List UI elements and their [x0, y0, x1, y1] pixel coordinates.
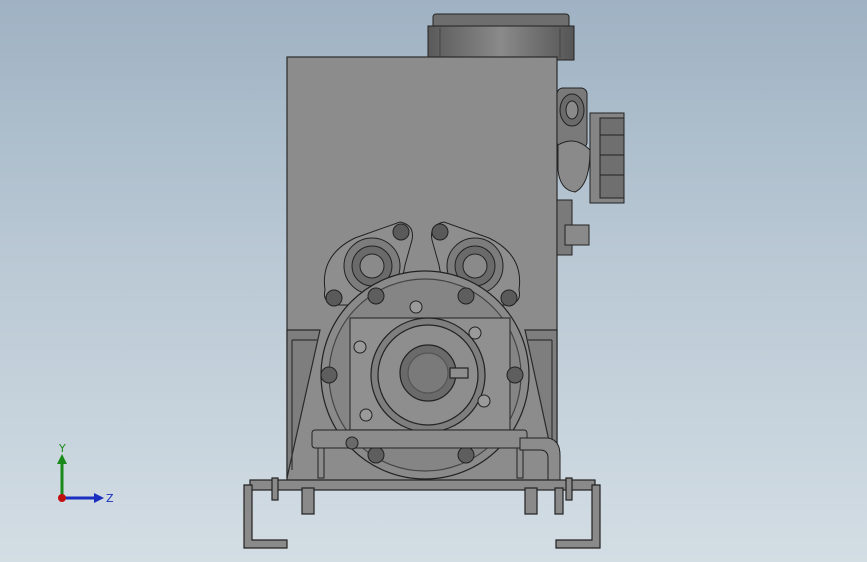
- side-gearbox: [556, 87, 625, 256]
- cad-viewport[interactable]: Y Z: [0, 0, 867, 562]
- z-axis-arrow: [94, 493, 104, 503]
- pump-assembly-model: [243, 13, 625, 549]
- y-axis-label: Y: [58, 442, 66, 455]
- x-axis-point: [58, 494, 66, 502]
- z-axis-label: Z: [106, 492, 114, 505]
- y-axis-arrow: [57, 454, 67, 464]
- base-frame: [243, 477, 601, 549]
- orientation-triad: Y Z: [57, 442, 114, 505]
- motor: [427, 13, 575, 61]
